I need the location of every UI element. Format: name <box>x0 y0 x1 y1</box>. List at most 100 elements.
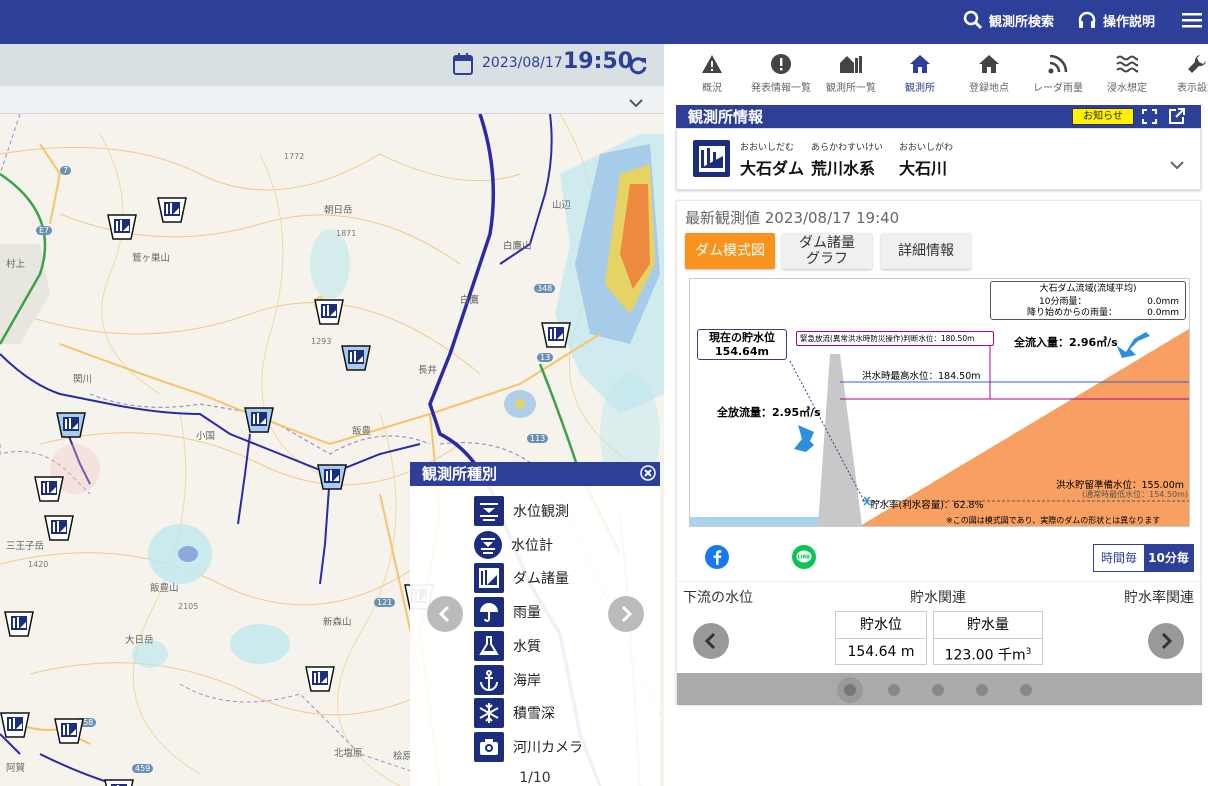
emergency-label: 緊急放流(異常洪水時防災操作)判断水位：180.50m <box>796 331 994 346</box>
legend-item-label: ダム諸量 <box>513 571 569 588</box>
storage-volume-unit-sup: 3 <box>1025 647 1032 657</box>
station-search-button[interactable]: 観測所検索 <box>963 10 1054 30</box>
help-button[interactable]: 操作説明 <box>1077 10 1155 30</box>
notice-button[interactable]: お知らせ <box>1072 108 1134 125</box>
close-icon[interactable] <box>640 465 656 485</box>
ten-minute-button[interactable]: 10分毎 <box>1144 545 1193 571</box>
menu-icon[interactable] <box>1182 13 1202 33</box>
dam-station-marker[interactable] <box>4 611 34 637</box>
house-icon <box>954 52 1024 76</box>
view-tab-label: ダム模式図 <box>695 243 765 259</box>
camera-icon <box>474 731 504 762</box>
next-page-button[interactable] <box>1148 623 1184 659</box>
nav-item[interactable]: 表示設定 <box>1162 52 1208 94</box>
system-name: 荒川水系 <box>811 159 876 178</box>
dam-station-marker[interactable] <box>157 197 187 223</box>
nav-item[interactable]: 登録地点 <box>954 52 1024 94</box>
dam-station-marker[interactable] <box>54 718 84 744</box>
dam-station-marker[interactable] <box>34 476 64 502</box>
system-reading: あらかわすいけい <box>811 143 884 153</box>
outflow-arrow-icon <box>794 425 814 452</box>
road-number-label: 459 <box>132 764 154 773</box>
facebook-icon[interactable] <box>705 545 729 573</box>
time-date: 2023/08/17 <box>482 55 563 71</box>
chevron-left-icon <box>704 632 716 650</box>
water-gauge-icon <box>474 530 502 559</box>
legend-item: 雨量 <box>474 597 541 628</box>
storage-level-box: 貯水位 154.64 m <box>835 611 927 665</box>
storage-tab[interactable]: 貯水関連 <box>910 587 966 607</box>
nav-item[interactable]: 発表情報一覧 <box>746 52 816 94</box>
dam-station-marker[interactable] <box>314 299 344 325</box>
nav-item-label: 概況 <box>702 83 722 94</box>
chevron-down-icon[interactable] <box>1170 155 1184 174</box>
nav-item[interactable]: レーダ雨量 <box>1023 52 1093 94</box>
storage-volume-box: 貯水量 123.00 千m3 <box>933 611 1043 665</box>
dam-station-marker[interactable] <box>541 322 571 348</box>
nav-item-label: レーダ雨量 <box>1033 83 1083 94</box>
dam-station-marker[interactable] <box>56 412 86 438</box>
dam-station-marker[interactable] <box>305 666 335 692</box>
map-place-label: 長井 <box>418 365 438 376</box>
help-label: 操作説明 <box>1103 14 1156 30</box>
refresh-icon[interactable] <box>628 55 648 79</box>
inflow-arrow-icon <box>1117 332 1150 358</box>
dam-station-marker[interactable] <box>0 712 30 738</box>
dam-station-marker[interactable] <box>341 345 371 371</box>
chevron-down-icon[interactable] <box>629 93 643 112</box>
prev-page-button[interactable] <box>693 623 729 659</box>
observation-card: 最新観測値 2023/08/17 19:40 ダム模式図 ダム諸量 グラフ 詳細情報 … <box>676 200 1202 705</box>
nav-item-label: 表示設定 <box>1177 83 1208 94</box>
legend-item: 積雪深 <box>474 698 555 729</box>
map-place-label: 朝日岳 <box>324 205 353 216</box>
map-area[interactable]: 新保岳朝日岳鷲ヶ巣山村上山辺白鷹山白鷹長井関川小国飯豊三王子岳飯豊山大日岳新森山… <box>0 44 664 786</box>
home-icon <box>885 52 955 76</box>
chevron-right-icon <box>1161 632 1173 650</box>
elevation-label: 1772 <box>284 152 305 161</box>
legend-next-button[interactable] <box>608 596 644 632</box>
chevron-left-icon <box>438 605 450 623</box>
river-name: 大石川 <box>899 159 948 178</box>
page-indicator <box>677 673 1202 705</box>
nav-item[interactable]: 浸水想定 <box>1092 52 1162 94</box>
map-place-label: 飯豊山 <box>150 583 179 594</box>
nav-item[interactable]: 観測所一覧 <box>816 52 886 94</box>
page-dot[interactable] <box>932 684 944 696</box>
map-place-label: 新森山 <box>323 617 352 628</box>
dam-name: 大石ダム <box>740 159 805 178</box>
page-dot[interactable] <box>837 677 863 703</box>
external-link-icon[interactable] <box>1168 107 1186 129</box>
page-dot[interactable] <box>976 684 988 696</box>
fullscreen-icon[interactable] <box>1142 109 1157 128</box>
nav-item[interactable]: 概況 <box>677 52 747 94</box>
dam-station-marker[interactable] <box>44 515 74 541</box>
map-place-label: 小国 <box>196 431 216 442</box>
hourly-button[interactable]: 時間毎 <box>1094 545 1144 571</box>
dam-station-marker[interactable] <box>317 464 347 490</box>
dam-station-marker[interactable] <box>107 214 137 240</box>
legend-item-label: 雨量 <box>513 605 541 622</box>
view-tab[interactable]: 詳細情報 <box>881 233 971 269</box>
dam-icon <box>693 140 730 177</box>
page-dot[interactable] <box>1020 684 1032 696</box>
calendar-icon[interactable] <box>453 53 473 79</box>
nav-item[interactable]: 観測所 <box>885 52 955 94</box>
storage-volume-value-wrap: 123.00 千m3 <box>934 639 1042 665</box>
view-tab[interactable]: ダム模式図 <box>685 233 775 269</box>
storage-rate-tab[interactable]: 貯水率関連 <box>1124 587 1194 607</box>
page-dot[interactable] <box>888 684 900 696</box>
dam-station-marker[interactable] <box>104 779 134 786</box>
storage-rate-label: 貯水率(利水容量)：62.8% <box>870 500 984 511</box>
legend-header: 観測所種別 <box>410 462 660 486</box>
elevation-label: 2105 <box>178 602 199 611</box>
map-option-bar[interactable] <box>0 86 664 114</box>
downstream-level-tab[interactable]: 下流の水位 <box>683 587 753 607</box>
legend-prev-button[interactable] <box>427 596 463 632</box>
station-selector[interactable]: おおいしだむ 大石ダム あらかわすいけい 荒川水系 おおいしがわ 大石川 <box>676 128 1201 190</box>
line-share-icon[interactable]: LINE <box>792 545 816 573</box>
flood-max-label: 洪水時最高水位：184.50m <box>862 371 981 382</box>
dam-station-marker[interactable] <box>244 407 274 433</box>
map-place-label: 大日岳 <box>125 635 154 646</box>
view-tab[interactable]: ダム諸量 グラフ <box>782 233 872 269</box>
storage-level-value: 154.64 m <box>847 644 915 660</box>
